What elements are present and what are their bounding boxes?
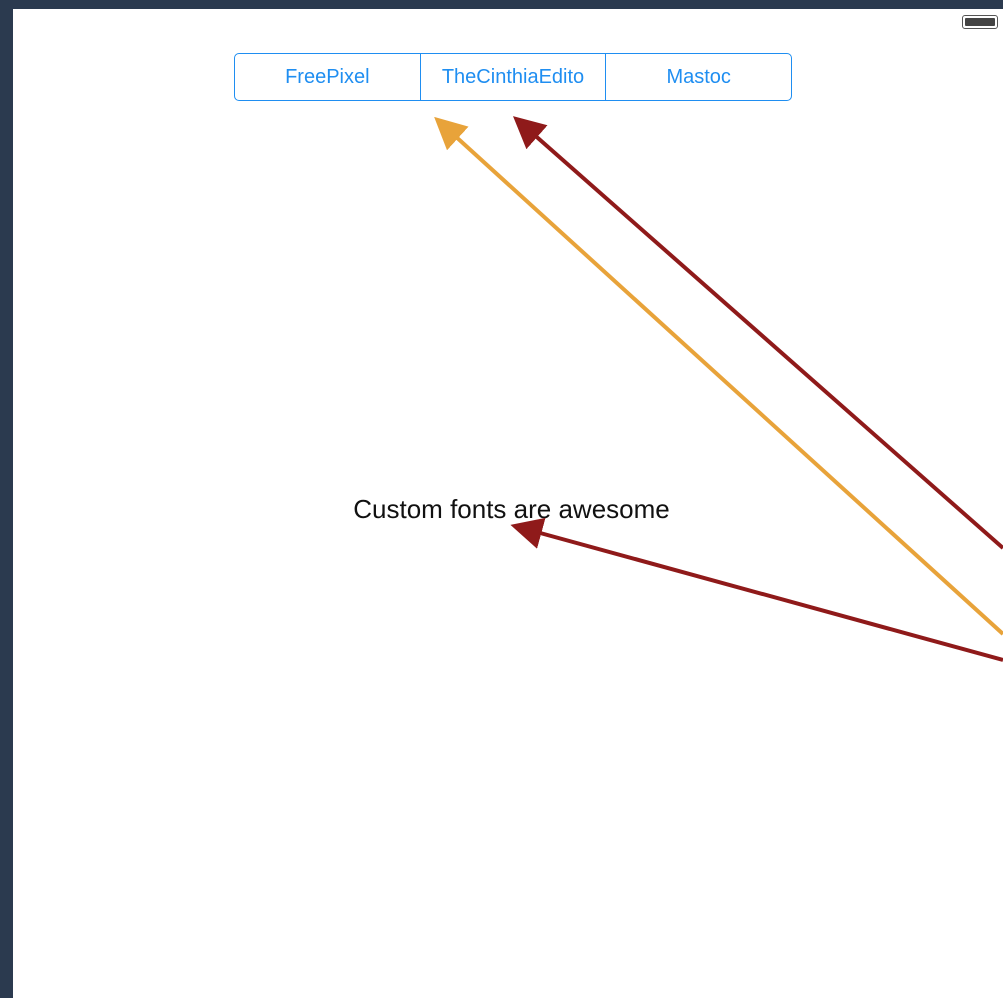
segment-mastoc[interactable]: Mastoc (605, 54, 791, 100)
segment-freepixel[interactable]: FreePixel (235, 54, 420, 100)
segment-thecinthiaeditor[interactable]: TheCinthiaEdito (419, 54, 606, 100)
battery-icon (962, 15, 998, 29)
window-frame: FreePixel TheCinthiaEdito Mastoc Custom … (0, 0, 1003, 998)
font-segmented-control[interactable]: FreePixel TheCinthiaEdito Mastoc (234, 53, 792, 101)
custom-font-label-text: Custom fonts are awesome (353, 494, 670, 524)
battery-fill (965, 18, 995, 26)
custom-font-label: Custom fonts are awesome (0, 494, 1003, 525)
